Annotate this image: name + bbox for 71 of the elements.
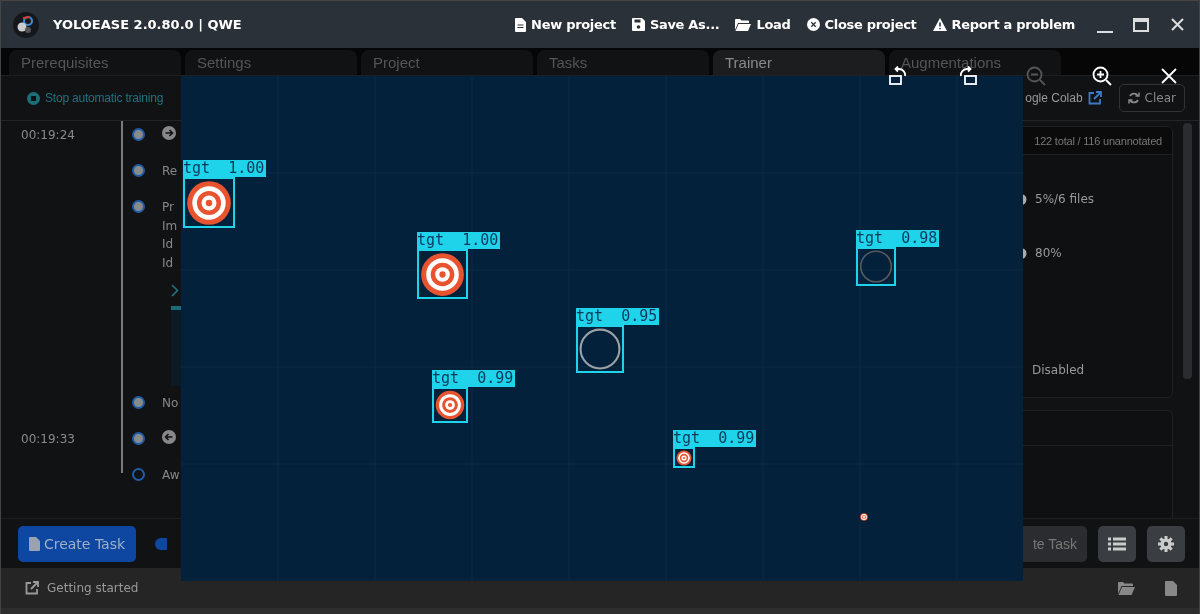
image-thumbnail[interactable] <box>171 306 181 386</box>
tab[interactable]: Settings <box>185 50 357 75</box>
event-text: Aw <box>162 467 180 484</box>
event-text: Id <box>162 236 175 253</box>
external-link-icon <box>1087 91 1102 105</box>
file-icon[interactable] <box>1165 580 1177 596</box>
app-logo-icon <box>13 11 39 38</box>
maximize-icon <box>1133 17 1149 32</box>
arrow-left-icon <box>162 430 176 444</box>
stop-icon <box>27 91 40 105</box>
setting-value: Disabled <box>1032 363 1085 377</box>
setting-value: 5%/6 files <box>1035 192 1095 206</box>
timestamp: 00:19:24 <box>20 127 76 144</box>
timeline-node <box>132 200 145 213</box>
tab[interactable]: Project <box>361 50 533 75</box>
close-icon <box>1170 18 1184 31</box>
stop-training-button[interactable]: Stop automatic training <box>27 91 164 105</box>
tab[interactable]: Tasks <box>537 50 709 75</box>
clear-button[interactable]: Clear <box>1118 84 1185 112</box>
task-button[interactable]: te Task <box>1023 525 1087 562</box>
tab[interactable]: Prerequisites <box>9 50 181 75</box>
target-icon <box>860 513 868 521</box>
menu-button[interactable]: Load <box>735 17 791 32</box>
external-link-icon <box>25 581 39 595</box>
detection-label: tgt 0.99 <box>673 430 757 447</box>
timeline-node <box>132 128 145 141</box>
setting-value: 80% <box>1035 246 1062 260</box>
chevron-icon[interactable] <box>171 284 179 297</box>
event-text: Id <box>162 254 175 272</box>
detection-label: tgt 1.00 <box>183 160 267 177</box>
timeline-node <box>132 164 145 177</box>
close-circle-icon <box>806 18 820 31</box>
toggle-switch[interactable] <box>155 537 167 550</box>
timeline-node <box>132 396 145 409</box>
timeline-node <box>132 468 145 481</box>
file-icon <box>28 536 40 551</box>
event-text: No <box>162 395 179 412</box>
list-button[interactable] <box>1098 525 1136 562</box>
timestamp: 00:19:33 <box>20 431 76 448</box>
detection-label: tgt 1.00 <box>417 232 501 249</box>
create-task-button[interactable]: Create Task <box>18 525 136 562</box>
scrollbar[interactable] <box>1183 123 1192 379</box>
refresh-icon <box>1127 92 1140 104</box>
warning-icon <box>932 18 947 31</box>
colab-link[interactable]: ogle Colab <box>1025 91 1083 105</box>
save-icon <box>631 18 645 31</box>
settings-button[interactable] <box>1147 525 1185 562</box>
event-text: Im <box>162 217 178 235</box>
folder-icon <box>735 18 752 31</box>
dataset-summary: 122 total / 116 unannotated <box>1034 134 1162 147</box>
tab[interactable]: Trainer <box>713 50 885 75</box>
detection-label: tgt 0.99 <box>432 370 516 387</box>
window-title: YOLOEASE 2.0.80.0 | QWE <box>53 17 242 32</box>
folder-icon[interactable] <box>1118 581 1135 595</box>
tab[interactable]: Augmentations <box>889 50 1061 75</box>
detection-label: tgt 0.95 <box>576 308 660 325</box>
file-icon <box>515 17 527 32</box>
list-icon <box>1108 536 1126 551</box>
getting-started-link[interactable]: Getting started <box>47 581 139 595</box>
event-text: Re <box>162 163 178 180</box>
menu-button[interactable]: New project <box>515 17 616 32</box>
menu-button[interactable]: Report a problem <box>932 17 1075 32</box>
timeline-node <box>132 432 145 445</box>
settings-icon <box>1158 535 1174 552</box>
zoom-in-button[interactable] <box>1090 64 1114 88</box>
menu-button[interactable]: Close project <box>806 17 917 32</box>
minimize-icon <box>1097 30 1113 33</box>
detection-label: tgt 0.98 <box>856 230 940 247</box>
menu-button[interactable]: Save As... <box>631 17 720 32</box>
event-text: Pr <box>162 199 175 216</box>
arrow-right-icon <box>162 126 176 140</box>
